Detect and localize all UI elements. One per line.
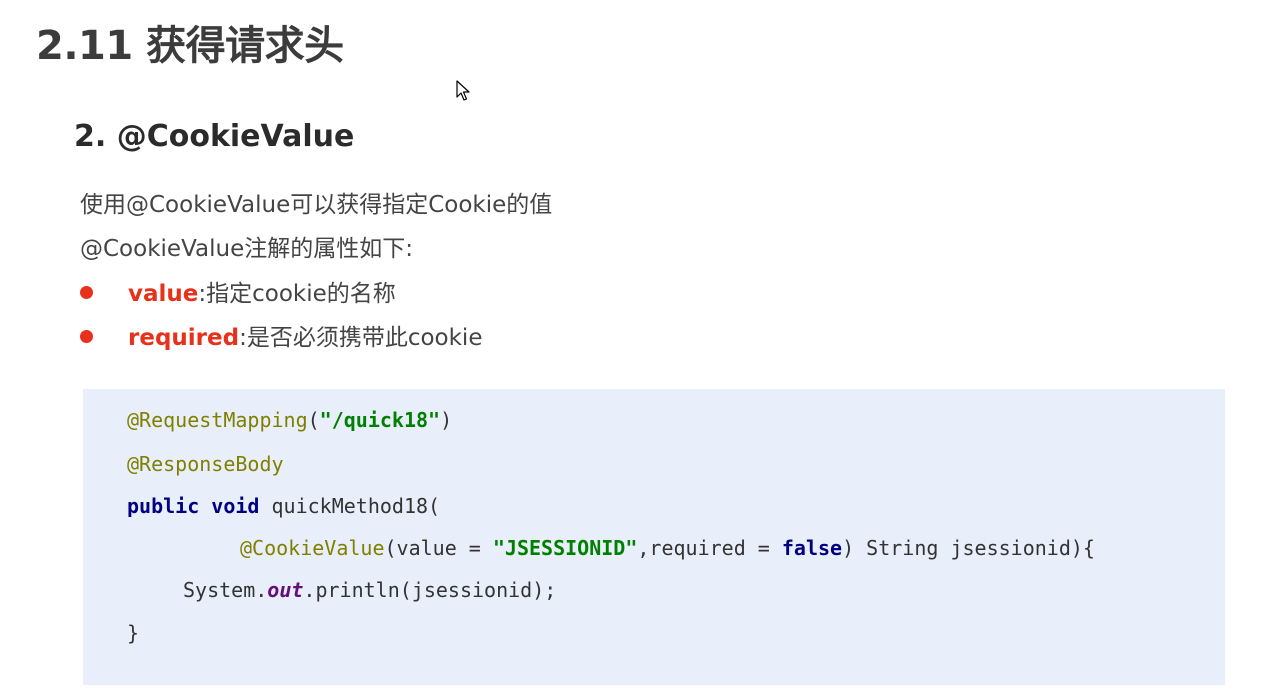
code-token-keyword: void xyxy=(211,494,260,518)
code-token-plain: System. xyxy=(183,578,268,602)
attribute-separator: : xyxy=(239,325,247,351)
intro-line-2: @CookieValue注解的属性如下: xyxy=(80,236,413,262)
code-line-3: public void quickMethod18( xyxy=(127,492,440,520)
code-token-plain: .println(jsessionid); xyxy=(303,578,557,602)
attribute-name: value xyxy=(128,281,199,307)
code-token-annotation: @CookieValue xyxy=(240,536,385,560)
section-heading: 2. @CookieValue xyxy=(74,119,355,154)
code-token-keyword: public xyxy=(127,494,200,518)
code-token-string: "JSESSIONID" xyxy=(492,536,638,560)
slide-title: 2.11 获得请求头 xyxy=(36,23,344,69)
attribute-item-required: required:是否必须携带此cookie xyxy=(80,322,482,354)
attribute-item-value: value:指定cookie的名称 xyxy=(80,278,396,310)
bullet-dot-icon xyxy=(80,330,93,343)
code-token-static-field: out xyxy=(267,578,304,602)
mouse-pointer-icon xyxy=(456,80,470,101)
code-token-plain: ) String jsessionid){ xyxy=(842,536,1095,560)
attribute-separator: : xyxy=(198,281,207,307)
attribute-desc: 是否必须携带此cookie xyxy=(246,325,483,351)
code-token-string: "/quick18" xyxy=(319,408,441,432)
code-token-annotation: @RequestMapping xyxy=(127,408,308,432)
code-token-annotation: @ResponseBody xyxy=(127,452,284,476)
code-token-keyword: false xyxy=(781,536,843,560)
attribute-desc: 指定cookie的名称 xyxy=(206,281,396,307)
code-line-2: @ResponseBody xyxy=(127,450,284,478)
code-line-4: @CookieValue(value = "JSESSIONID",requir… xyxy=(240,534,1095,562)
code-token-plain: } xyxy=(127,621,140,645)
code-token-plain: ,required = xyxy=(637,536,782,560)
code-token-plain: quickMethod18( xyxy=(259,494,441,518)
code-line-5: System.out.println(jsessionid); xyxy=(183,576,556,604)
code-line-6: } xyxy=(127,619,139,647)
code-line-1: @RequestMapping("/quick18") xyxy=(127,406,452,434)
code-token-plain: ( xyxy=(307,408,320,432)
attribute-name: required xyxy=(128,325,240,351)
bullet-dot-icon xyxy=(80,286,93,299)
code-token-plain: (value = xyxy=(384,536,493,560)
intro-line-1: 使用@CookieValue可以获得指定Cookie的值 xyxy=(80,192,553,218)
code-token-plain: ) xyxy=(440,408,453,432)
